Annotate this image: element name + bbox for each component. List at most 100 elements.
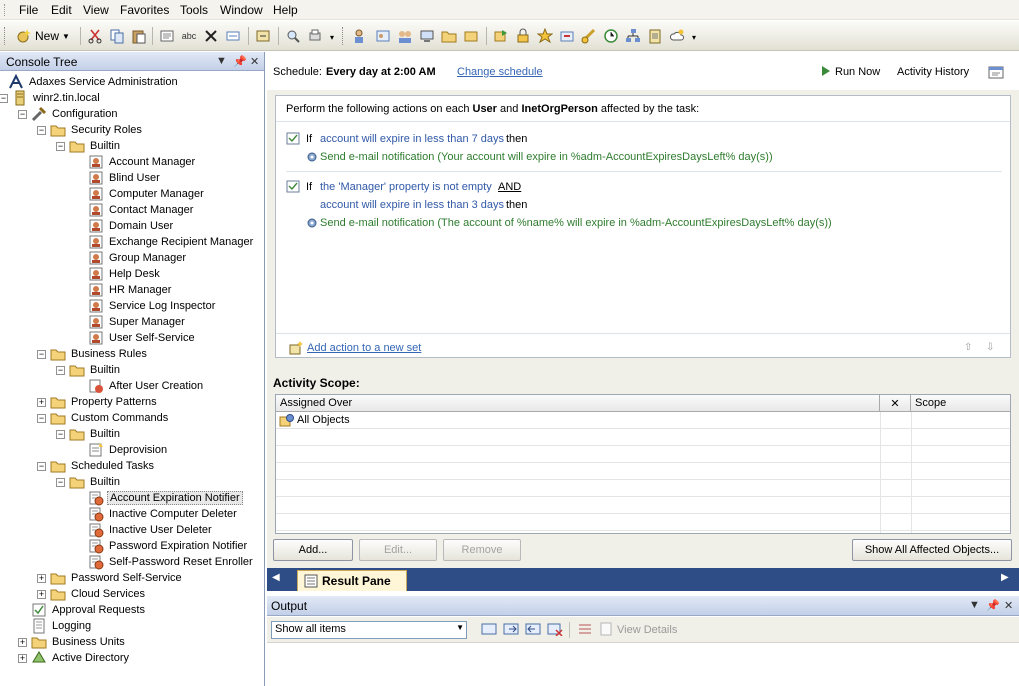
list-icon[interactable] — [577, 622, 593, 639]
find-icon[interactable] — [284, 27, 302, 45]
tree-item[interactable]: Security Roles — [50, 122, 144, 138]
tree-item[interactable]: Builtin — [69, 426, 122, 442]
view-details-button[interactable]: View Details — [617, 624, 677, 636]
message-icon[interactable] — [481, 622, 497, 639]
collapse-icon[interactable]: − — [37, 462, 46, 471]
spell-check-icon[interactable]: abc — [180, 27, 198, 45]
show-all-affected-objects-button[interactable]: Show All Affected Objects... — [852, 539, 1012, 561]
tree-item[interactable]: Configuration — [31, 106, 119, 122]
panel-menu-icon[interactable]: ▼ — [216, 55, 227, 67]
menu-favorites[interactable]: Favorites — [120, 3, 169, 17]
menu-help[interactable]: Help — [273, 3, 298, 17]
forward-icon[interactable] — [503, 622, 519, 639]
set2-condition1[interactable]: the 'Manager' property is not empty — [320, 181, 492, 193]
add-button[interactable]: Add... — [273, 539, 353, 561]
collapse-icon[interactable]: − — [56, 478, 65, 487]
group-add-icon[interactable] — [396, 27, 414, 45]
change-schedule-link[interactable]: Change schedule — [457, 66, 543, 78]
tree-item[interactable]: Password Expiration Notifier — [88, 538, 249, 554]
set1-condition[interactable]: account will expire in less than 7 days — [320, 133, 504, 145]
paste-icon[interactable] — [130, 27, 148, 45]
cloud-icon[interactable] — [668, 27, 686, 45]
expand-icon[interactable]: + — [37, 574, 46, 583]
clear-icon[interactable] — [547, 622, 563, 639]
collapse-icon[interactable]: − — [37, 350, 46, 359]
expand-icon[interactable]: + — [18, 638, 27, 647]
table-row[interactable]: All Objects — [276, 412, 1010, 429]
tree-item[interactable]: Adaxes Service Administration — [8, 73, 180, 90]
pin-icon[interactable]: 📌 — [986, 599, 1000, 612]
close-icon[interactable]: ✕ — [250, 55, 259, 68]
add-action-icon[interactable] — [288, 340, 304, 359]
tree-item[interactable]: Approval Requests — [31, 602, 147, 618]
tree-item[interactable]: Help Desk — [88, 266, 162, 282]
condition-checkbox-icon[interactable] — [286, 180, 300, 196]
activity-history-button[interactable]: Activity History — [897, 66, 969, 78]
schedule-icon[interactable] — [602, 27, 620, 45]
tree-item[interactable]: Account Expiration Notifier — [88, 490, 243, 506]
tree-item[interactable]: Inactive Computer Deleter — [88, 506, 239, 522]
rename-icon[interactable] — [224, 27, 242, 45]
run-now-button[interactable]: Run Now — [835, 66, 880, 78]
panel-menu-icon[interactable]: ▼ — [969, 599, 980, 611]
tree-item[interactable]: Builtin — [69, 362, 122, 378]
tab-result-pane[interactable]: Result Pane — [297, 570, 407, 591]
new-button[interactable]: New ▼ — [16, 27, 70, 45]
chevron-right-icon[interactable]: ▶ — [1001, 572, 1009, 583]
output-filter-select[interactable]: Show all items ▼ — [271, 621, 467, 639]
tree-item[interactable]: Self-Password Reset Enroller — [88, 554, 255, 570]
tree-item[interactable]: Computer Manager — [88, 186, 206, 202]
hierarchy-icon[interactable] — [624, 27, 642, 45]
tree-item[interactable]: Cloud Services — [50, 586, 147, 602]
and-operator[interactable]: AND — [498, 181, 521, 193]
tree-item[interactable]: Inactive User Deleter — [88, 522, 214, 538]
tree-item[interactable]: Property Patterns — [50, 394, 159, 410]
tree-item[interactable]: After User Creation — [88, 378, 205, 394]
properties-icon[interactable] — [158, 27, 176, 45]
collapse-icon[interactable]: − — [56, 366, 65, 375]
contact-add-icon[interactable] — [374, 27, 392, 45]
cut-icon[interactable] — [86, 27, 104, 45]
menu-window[interactable]: Window — [220, 3, 263, 17]
condition-checkbox-icon[interactable] — [286, 132, 300, 148]
tree-item[interactable]: Logging — [31, 618, 93, 634]
tree-item[interactable]: Deprovision — [88, 442, 169, 458]
close-icon[interactable]: ✕ — [1004, 599, 1013, 612]
chevron-left-icon[interactable]: ◀ — [272, 572, 280, 583]
clipboard-icon[interactable] — [646, 27, 664, 45]
tree-item[interactable]: Domain User — [88, 218, 175, 234]
computer-add-icon[interactable] — [418, 27, 436, 45]
disable-icon[interactable] — [558, 27, 576, 45]
add-action-link[interactable]: Add action to a new set — [307, 342, 421, 354]
tree-item[interactable]: Service Log Inspector — [88, 298, 217, 314]
col-assigned-over[interactable]: Assigned Over — [276, 395, 880, 412]
unlock-icon[interactable] — [580, 27, 598, 45]
tree-item[interactable]: Builtin — [69, 474, 122, 490]
tree-item[interactable]: Blind User — [88, 170, 162, 186]
set2-action[interactable]: Send e-mail notification (The account of… — [320, 217, 832, 229]
collapse-icon[interactable]: − — [56, 430, 65, 439]
menu-view[interactable]: View — [83, 3, 109, 17]
move-icon[interactable] — [492, 27, 510, 45]
tree-item[interactable]: Account Manager — [88, 154, 197, 170]
edit-button[interactable]: Edit... — [359, 539, 437, 561]
tree-item[interactable]: Business Units — [31, 634, 127, 650]
tree-item[interactable]: Password Self-Service — [50, 570, 184, 586]
delete-icon[interactable] — [202, 27, 220, 45]
tree-item[interactable]: Scheduled Tasks — [50, 458, 156, 474]
move-up-icon[interactable]: ⇧ — [964, 342, 972, 353]
move-down-icon[interactable]: ⇩ — [986, 342, 994, 353]
pin-icon[interactable]: 📌 — [233, 55, 247, 68]
menu-file[interactable]: File — [19, 3, 38, 17]
collapse-icon[interactable]: − — [0, 94, 8, 103]
print-icon[interactable] — [306, 27, 324, 45]
menu-edit[interactable]: Edit — [51, 3, 72, 17]
tree-item[interactable]: Business Rules — [50, 346, 149, 362]
toolbar-overflow-icon[interactable]: ▾ — [692, 33, 696, 42]
collapse-icon[interactable]: − — [37, 126, 46, 135]
tree-item[interactable]: Super Manager — [88, 314, 187, 330]
set1-action[interactable]: Send e-mail notification (Your account w… — [320, 151, 773, 163]
expand-icon[interactable]: + — [18, 654, 27, 663]
tree-item[interactable]: Exchange Recipient Manager — [88, 234, 255, 250]
menu-tools[interactable]: Tools — [180, 3, 208, 17]
